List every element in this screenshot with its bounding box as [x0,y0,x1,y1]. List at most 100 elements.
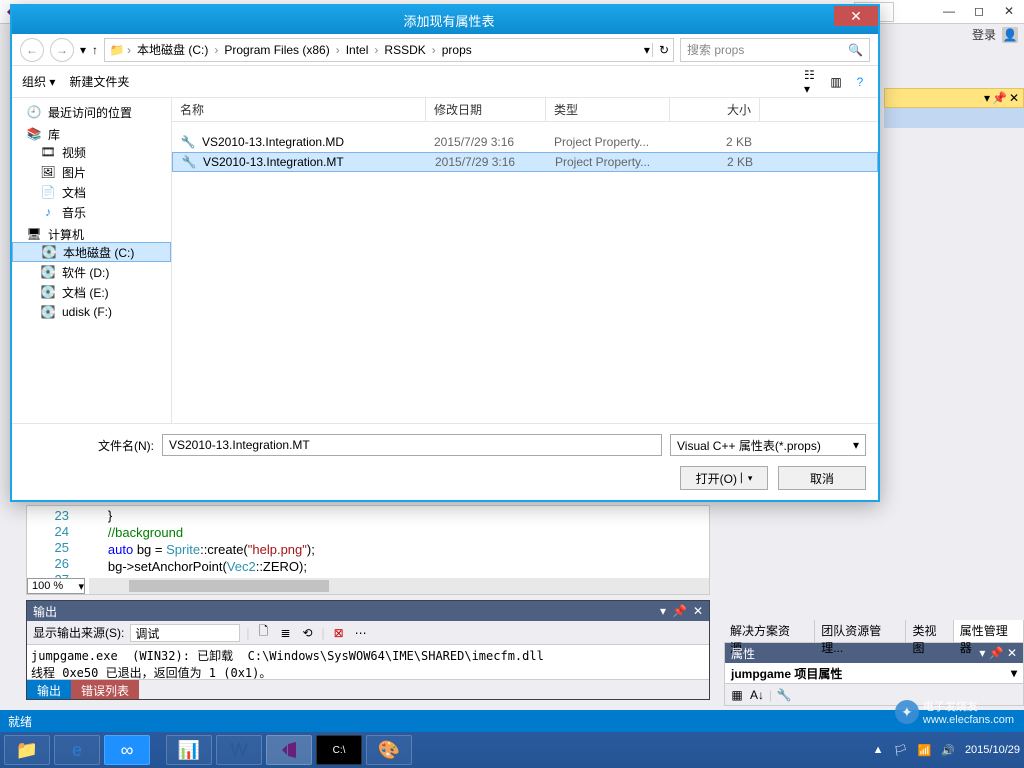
forward-button[interactable]: → [50,38,74,62]
taskbar-paint[interactable]: 🎨 [366,735,412,765]
col-type[interactable]: 类型 [546,98,670,121]
view-options-icon[interactable]: ☷ ▾ [804,74,820,90]
taskbar-cmd[interactable]: C:\ [316,735,362,765]
tool-window-tab[interactable] [884,108,1024,128]
tree-videos[interactable]: 🎞视频 [12,142,171,162]
tray-volume-icon[interactable]: 🔊 [941,744,955,757]
cancel-button[interactable]: 取消 [778,466,866,490]
pin-icon[interactable]: 📌 [672,604,687,618]
taskbar-app[interactable]: ∞ [104,735,150,765]
new-folder-button[interactable]: 新建文件夹 [69,73,129,90]
props-file-icon: 🔧 [180,134,196,150]
clear-icon[interactable]: 🗋 [255,625,271,641]
close-icon[interactable]: ✕ [1009,91,1019,105]
taskbar-clock[interactable]: 2015/10/29 [965,744,1020,757]
search-input[interactable]: 搜索 props 🔍 [680,38,870,62]
pin-icon[interactable]: 📌 [992,91,1007,105]
up-button[interactable]: ↑ [92,43,98,57]
breadcrumb-seg[interactable]: Intel [342,43,373,57]
nav-tree[interactable]: 🕘最近访问的位置 📚库 🎞视频 🖼图片 📄文档 ♪音乐 🖥计算机 💽本地磁盘 (… [12,98,172,423]
tree-edrive[interactable]: 💽文档 (E:) [12,282,171,302]
dialog-titlebar[interactable]: 添加现有属性表 ✕ [12,6,878,34]
close-icon[interactable]: ✕ [693,604,703,618]
tree-documents[interactable]: 📄文档 [12,182,171,202]
dialog-toolbar: 组织 ▾ 新建文件夹 ☷ ▾ ▥ ? [12,66,878,98]
dropdown-icon[interactable]: ▾ [660,604,666,618]
taskbar-word[interactable]: W [216,735,262,765]
col-date[interactable]: 修改日期 [426,98,546,121]
recent-icon: 🕘 [26,104,42,120]
help-icon[interactable]: ? [852,74,868,90]
taskbar-ie[interactable]: e [54,735,100,765]
organize-menu[interactable]: 组织 ▾ [22,73,55,90]
file-row[interactable]: 🔧VS2010-13.Integration.MT 2015/7/29 3:16… [172,152,878,172]
breadcrumb-seg[interactable]: 本地磁盘 (C:) [133,41,212,58]
tray-network-icon[interactable]: 📶 [918,744,932,757]
search-placeholder: 搜索 props [687,41,744,58]
wrap-icon[interactable]: ⟲ [299,625,315,641]
taskbar: 📁 e ∞ 📊 W C:\ 🎨 ▲ 🏳 📶 🔊 2015/10/29 [0,732,1024,768]
properties-object[interactable]: jumpgame 项目属性 ▾ [725,663,1023,683]
taskbar-explorer[interactable]: 📁 [4,735,50,765]
right-tabs: 解决方案资源... 团队资源管理... 类视图 属性管理器 [724,620,1024,642]
file-list[interactable]: 名称 修改日期 类型 大小 🔧VS2010-13.Integration.MD … [172,98,878,423]
tree-fdrive[interactable]: 💽udisk (F:) [12,302,171,322]
breadcrumb-seg[interactable]: RSSDK [380,43,429,57]
dropdown-icon[interactable]: ▾ [984,91,990,105]
dialog-close-button[interactable]: ✕ [834,6,878,26]
tree-music[interactable]: ♪音乐 [12,202,171,222]
output-panel: 输出 ▾ 📌 ✕ 显示输出来源(S): 调试 | 🗋 ≣ ⟲ | ⊠ ⋯ jum… [26,600,710,700]
horizontal-scrollbar[interactable] [89,578,709,594]
tray-icon[interactable]: ▲ [873,744,884,756]
taskbar-app2[interactable]: 📊 [166,735,212,765]
preview-pane-icon[interactable]: ▥ [828,74,844,90]
wrench-icon[interactable]: 🔧 [776,687,792,703]
toggle-icon[interactable]: ≣ [277,625,293,641]
categorize-icon[interactable]: ▦ [729,687,745,703]
col-size[interactable]: 大小 [670,98,760,121]
close-button[interactable]: ✕ [994,0,1024,22]
code-editor[interactable]: 23 24 25 26 27 } //background auto bg = … [26,505,710,595]
stop-icon[interactable]: ⊠ [331,625,347,641]
zoom-level[interactable]: 100 %▾ [27,578,85,594]
minimize-button[interactable]: — [934,0,964,22]
filename-input[interactable] [162,434,662,456]
more-icon[interactable]: ⋯ [353,625,369,641]
breadcrumb-seg[interactable]: props [438,43,476,57]
output-source-select[interactable]: 调试 [130,624,240,642]
tab-output[interactable]: 输出 [27,680,71,699]
drive-icon: 💽 [40,304,56,320]
recent-dropdown[interactable]: ▾ [80,43,86,57]
tree-computer[interactable]: 🖥计算机 [12,222,171,242]
breadcrumb-seg[interactable]: Program Files (x86) [220,43,333,57]
file-row[interactable]: 🔧VS2010-13.Integration.MD 2015/7/29 3:16… [172,132,878,152]
tree-libraries[interactable]: 📚库 [12,122,171,142]
output-text[interactable]: jumpgame.exe (WIN32): 已卸载 C:\Windows\Sys… [27,645,709,679]
back-button[interactable]: ← [20,38,44,62]
filter-select[interactable]: Visual C++ 属性表(*.props)▾ [670,434,866,456]
col-name[interactable]: 名称 [172,98,426,121]
tree-recent[interactable]: 🕘最近访问的位置 [12,102,171,122]
login-label: 登录 [972,26,996,43]
tray-flag-icon[interactable]: 🏳 [894,744,908,757]
tree-ddrive[interactable]: 💽软件 (D:) [12,262,171,282]
tab-error-list[interactable]: 错误列表 [71,680,139,699]
open-button[interactable]: 打开(O) ▏▾ [680,466,768,490]
tab-solution-explorer[interactable]: 解决方案资源... [724,620,815,642]
maximize-button[interactable]: ◻ [964,0,994,22]
tree-cdrive[interactable]: 💽本地磁盘 (C:) [12,242,171,262]
drive-icon: 💽 [40,264,56,280]
login-area[interactable]: 登录 👤 [972,26,1018,43]
breadcrumb[interactable]: 📁 › 本地磁盘 (C:)› Program Files (x86)› Inte… [104,38,674,62]
watermark: ✦ 电子发烧友 www.elecfans.com [895,698,1014,726]
tab-property-manager[interactable]: 属性管理器 [954,620,1024,642]
filename-label: 文件名(N): [24,437,154,454]
music-icon: ♪ [40,204,56,220]
taskbar-visualstudio[interactable] [266,735,312,765]
scroll-thumb[interactable] [129,580,329,592]
refresh-icon[interactable]: ↻ [652,43,669,57]
tab-class-view[interactable]: 类视图 [906,620,953,642]
tree-pictures[interactable]: 🖼图片 [12,162,171,182]
tab-team-explorer[interactable]: 团队资源管理... [815,620,906,642]
sort-icon[interactable]: A↓ [749,687,765,703]
